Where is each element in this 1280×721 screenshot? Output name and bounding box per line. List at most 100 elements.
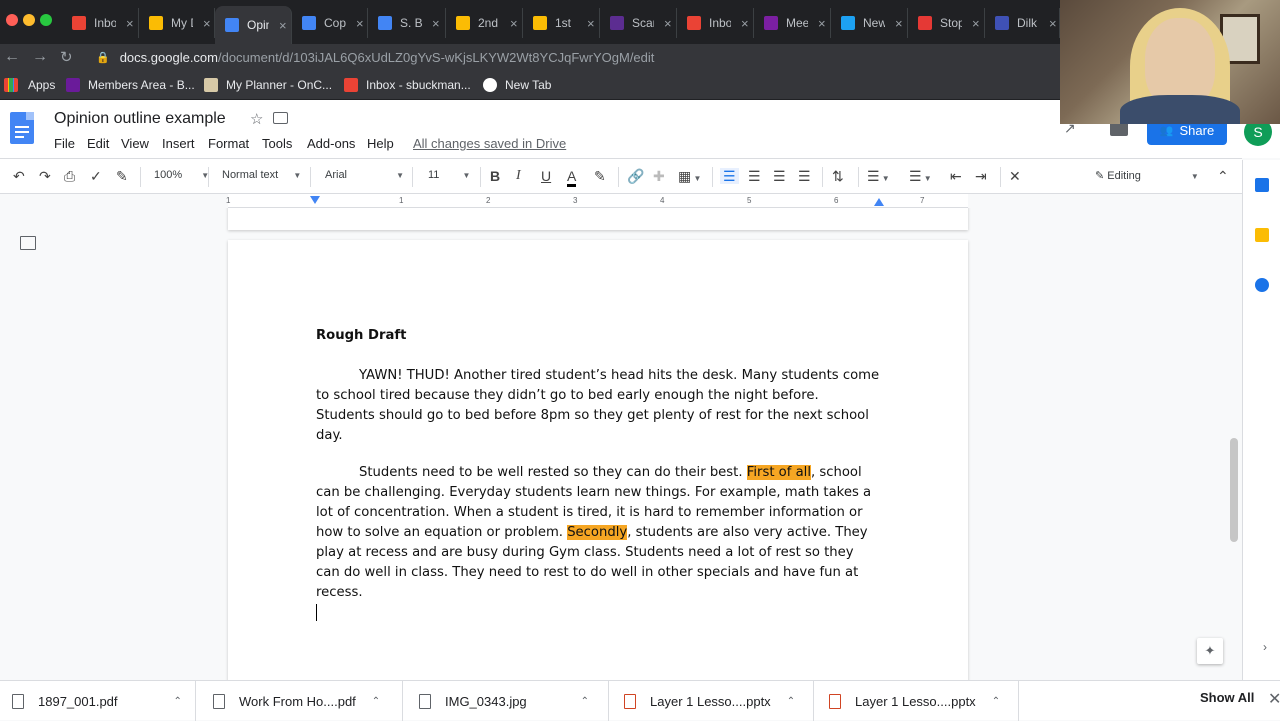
bookmark-my-planner[interactable]: My Planner - OnC... [204,76,332,94]
menu-file[interactable]: File [54,136,75,151]
download-item[interactable]: Work From Ho....pdf ⌃ [201,681,403,721]
menu-edit[interactable]: Edit [87,136,109,151]
browser-tab[interactable]: My Drive × [139,8,215,38]
forward-icon[interactable]: → [32,48,48,66]
saved-status[interactable]: All changes saved in Drive [413,136,566,151]
redo-icon[interactable]: ↷ [39,168,51,184]
close-tab-icon[interactable]: × [510,16,518,31]
browser-tab[interactable]: Stop × [908,8,985,38]
bookmark-new-tab[interactable]: New Tab [483,76,551,94]
bookmark-members-area[interactable]: Members Area - B... [66,76,195,94]
underline-icon[interactable]: U [541,168,551,184]
collapse-menus-icon[interactable]: ⌃ [1217,168,1229,184]
close-tab-icon[interactable]: × [203,16,211,31]
align-center-icon[interactable]: ☰ [748,168,761,184]
menu-add-ons[interactable]: Add-ons [307,136,355,151]
text-color-icon[interactable]: A [567,168,577,187]
download-item[interactable]: IMG_0343.jpg ⌃ [407,681,609,721]
tasks-icon[interactable] [1255,278,1269,292]
download-item[interactable]: 1897_001.pdf ⌃ [0,681,196,721]
spellcheck-icon[interactable]: ✓ [90,168,102,184]
close-tab-icon[interactable]: × [587,16,595,31]
clear-formatting-icon[interactable]: ✕ [1009,168,1021,184]
bulleted-list-icon[interactable]: ☰ ▼ [909,168,932,187]
undo-icon[interactable]: ↶ [13,168,25,184]
ruler[interactable]: 1 1 2 3 4 5 6 7 [0,194,1242,208]
menu-view[interactable]: View [121,136,149,151]
close-icon[interactable]: ✕ [1268,689,1280,709]
browser-tab[interactable]: Inbox × [62,8,139,38]
decrease-indent-icon[interactable]: ⇤ [950,168,962,184]
insert-image-icon[interactable]: ▦ ▼ [678,168,701,187]
menu-format[interactable]: Format [208,136,249,151]
zoom-select[interactable]: 100% ▼ [154,169,209,181]
close-tab-icon[interactable]: × [356,16,364,31]
browser-tab[interactable]: Inbox × [677,8,754,38]
browser-tab[interactable]: Dilk × [985,8,1060,38]
menu-tools[interactable]: Tools [262,136,292,151]
link-icon[interactable]: 🔗 [627,168,644,184]
font-select[interactable]: Arial ▼ [325,169,404,181]
keep-icon[interactable] [1255,228,1269,242]
menu-help[interactable]: Help [367,136,394,151]
document-title[interactable]: Opinion outline example [54,110,226,128]
menu-insert[interactable]: Insert [162,136,195,151]
download-item[interactable]: Layer 1 Lesso....pptx ⌃ [612,681,814,721]
align-right-icon[interactable]: ☰ [773,168,786,184]
close-tab-icon[interactable]: × [432,16,440,31]
chevron-up-icon[interactable]: ⌃ [372,696,380,707]
move-folder-icon[interactable] [273,112,288,124]
style-select[interactable]: Normal text ▼ [222,169,301,181]
close-window-icon[interactable] [6,14,18,26]
browser-tab[interactable]: Opinion outline example × [215,6,292,44]
chevron-up-icon[interactable]: ⌃ [787,696,795,707]
back-icon[interactable]: ← [4,48,20,66]
browser-tab[interactable]: 2nd × [446,8,523,38]
vertical-scrollbar[interactable] [1230,438,1238,542]
chevron-up-icon[interactable]: ⌃ [581,696,589,707]
bookmark-apps[interactable]: Apps [4,76,55,94]
paint-format-icon[interactable]: ✎ [116,168,128,184]
increase-indent-icon[interactable]: ⇥ [975,168,987,184]
reload-icon[interactable]: ↻ [60,48,73,66]
print-icon[interactable]: ⎙ [64,168,75,184]
bold-icon[interactable]: B [490,168,500,184]
explore-icon[interactable]: ✦ [1197,638,1223,664]
add-comment-icon[interactable]: ✚ [653,168,665,184]
highlight-icon[interactable]: ✎ [594,168,606,184]
document-page[interactable]: Rough Draft YAWN! THUD! Another tired st… [228,240,968,680]
chevron-right-icon[interactable]: › [1263,640,1267,654]
download-item[interactable]: Layer 1 Lesso....pptx ⌃ [817,681,1019,721]
close-tab-icon[interactable]: × [741,16,749,31]
browser-tab[interactable]: New × [831,8,908,38]
chevron-up-icon[interactable]: ⌃ [992,696,1000,707]
font-size-select[interactable]: 11 ▼ [428,169,470,181]
italic-icon[interactable]: I [516,168,521,184]
numbered-list-icon[interactable]: ☰ ▼ [867,168,890,187]
bookmark-inbox[interactable]: Inbox - sbuckman... [344,76,471,94]
close-tab-icon[interactable]: × [972,16,980,31]
close-tab-icon[interactable]: × [126,16,134,31]
close-tab-icon[interactable]: × [895,16,903,31]
star-icon[interactable]: ☆ [250,110,263,128]
docs-logo-icon[interactable] [10,112,34,144]
calendar-icon[interactable] [1255,178,1269,192]
comments-icon[interactable] [1110,122,1128,136]
show-all-button[interactable]: Show All [1200,690,1254,705]
browser-tab[interactable]: S. B × [368,8,446,38]
minimize-window-icon[interactable] [23,14,35,26]
close-tab-icon[interactable]: × [1049,16,1057,31]
browser-tab[interactable]: Copy × [292,8,368,38]
url-field[interactable]: 🔒 docs.google.com/document/d/103iJAL6Q6x… [96,45,1036,69]
browser-tab[interactable]: Meet × [754,8,831,38]
close-tab-icon[interactable]: × [664,16,672,31]
line-spacing-icon[interactable]: ⇅ [832,168,844,184]
browser-tab[interactable]: 1st × [523,8,600,38]
close-tab-icon[interactable]: × [279,18,287,33]
chevron-up-icon[interactable]: ⌃ [174,696,182,707]
document-outline-icon[interactable] [20,236,36,250]
editing-mode-select[interactable]: ✎ Editing ▼ [1095,169,1199,182]
maximize-window-icon[interactable] [40,14,52,26]
browser-tab[interactable]: Scan × [600,8,677,38]
align-left-icon[interactable]: ☰ [720,168,739,184]
